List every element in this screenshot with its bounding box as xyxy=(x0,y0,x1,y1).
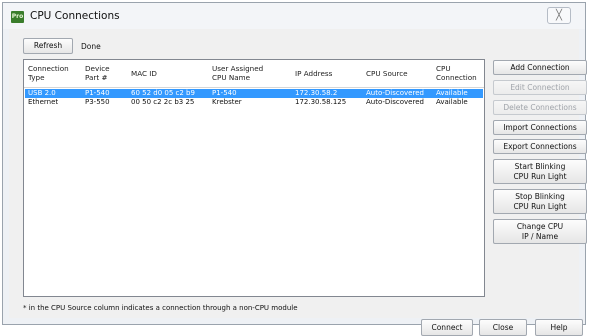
column-header-device-part[interactable]: Device Part # xyxy=(85,60,127,86)
refresh-button[interactable]: Refresh xyxy=(23,38,73,54)
cell-cpu-source: Auto-Discovered xyxy=(366,98,424,106)
cpu-connections-dialog: Pro CPU Connections ╳ Refresh Done Conne… xyxy=(2,2,587,336)
cell-device-part: P1-540 xyxy=(85,89,110,97)
import-connections-button[interactable]: Import Connections xyxy=(493,120,587,135)
cell-mac-id: 00 50 c2 2c b3 25 xyxy=(131,98,195,106)
column-header-cpu-connection[interactable]: CPU Connection xyxy=(436,60,484,86)
cell-cpu-connection: Available xyxy=(436,89,468,97)
change-cpu-ip-name-button[interactable]: Change CPU IP / Name xyxy=(493,219,587,244)
cell-cpu-source: Auto-Discovered xyxy=(366,89,424,97)
connections-table[interactable]: Connection Type Device Part # MAC ID Use… xyxy=(23,59,485,297)
cell-device-part: P3-550 xyxy=(85,98,110,106)
cell-cpu-connection: Available xyxy=(436,98,468,106)
cell-ip-address: 172.30.58.125 xyxy=(295,98,347,106)
app-icon: Pro xyxy=(11,11,24,23)
title-bar: Pro CPU Connections ╳ xyxy=(3,3,585,29)
window-title: CPU Connections xyxy=(30,10,120,22)
cell-connection-type: USB 2.0 xyxy=(28,89,56,97)
status-text: Done xyxy=(81,42,101,51)
table-row-usb[interactable]: USB 2.0 P1-540 60 52 d0 05 c2 b9 P1-540 … xyxy=(25,89,483,98)
table-row-ethernet[interactable]: Ethernet P3-550 00 50 c2 2c b3 25 Krebst… xyxy=(25,98,483,107)
header-divider xyxy=(24,87,484,88)
cell-ip-address: 172.30.58.2 xyxy=(295,89,338,97)
cell-connection-type: Ethernet xyxy=(28,98,59,106)
add-connection-button[interactable]: Add Connection xyxy=(493,60,587,75)
column-header-ip-address[interactable]: IP Address xyxy=(295,60,361,86)
cell-mac-id: 60 52 d0 05 c2 b9 xyxy=(131,89,195,97)
column-header-cpu-source[interactable]: CPU Source xyxy=(366,60,436,86)
export-connections-button[interactable]: Export Connections xyxy=(493,139,587,154)
column-header-mac-id[interactable]: MAC ID xyxy=(131,60,211,86)
cell-cpu-name: Krebster xyxy=(212,98,242,106)
delete-connections-button[interactable]: Delete Connections xyxy=(493,100,587,115)
dialog-content: Refresh Done Connection Type Device Part… xyxy=(9,29,587,336)
stop-blinking-button[interactable]: Stop Blinking CPU Run Light xyxy=(493,189,587,214)
start-blinking-button[interactable]: Start Blinking CPU Run Light xyxy=(493,159,587,184)
cell-cpu-name: P1-540 xyxy=(212,89,237,97)
cpu-source-footnote: * in the CPU Source column indicates a c… xyxy=(23,304,298,312)
column-header-cpu-name[interactable]: User Assigned CPU Name xyxy=(212,60,294,86)
close-window-button[interactable]: ╳ xyxy=(547,7,571,24)
edit-connection-button[interactable]: Edit Connection xyxy=(493,80,587,95)
column-header-connection-type[interactable]: Connection Type xyxy=(28,60,78,86)
